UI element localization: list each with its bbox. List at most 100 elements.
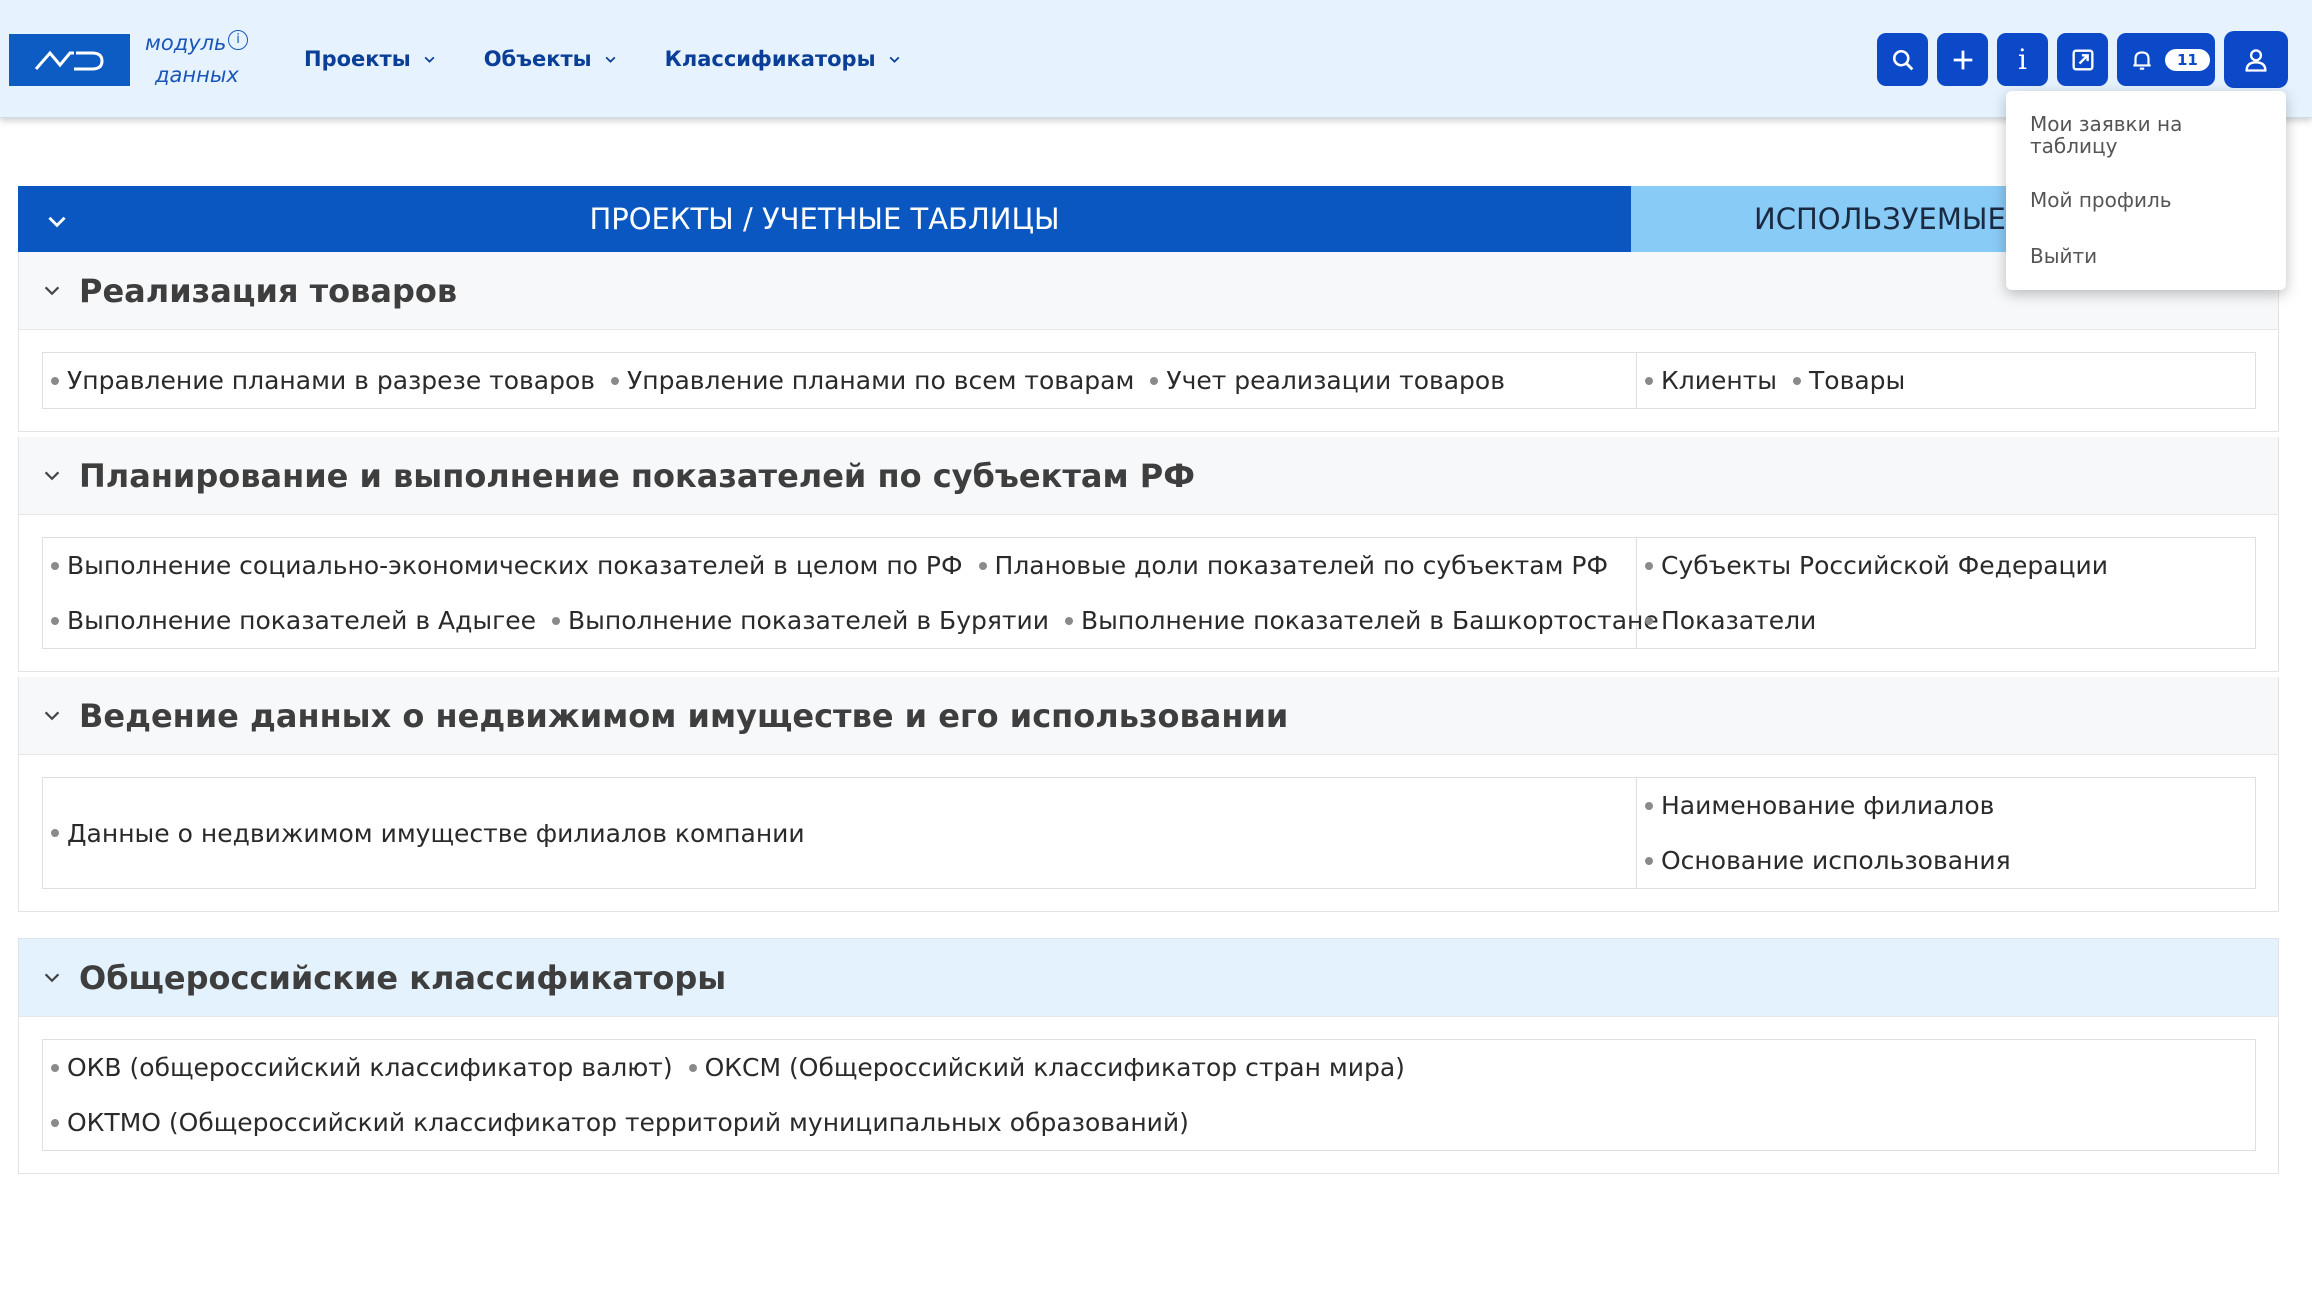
used-link[interactable]: Основание использования	[1645, 846, 2011, 875]
user-dropdown-menu: Мои заявки на таблицу Мой профиль Выйти	[2006, 91, 2286, 290]
logo-icon	[34, 50, 104, 71]
used-link-label: Основание использования	[1661, 846, 2011, 875]
group-header[interactable]: Планирование и выполнение показателей по…	[19, 437, 2278, 515]
used-link[interactable]: Субъекты Российской Федерации	[1645, 551, 2108, 580]
group-body: Управление планами в разрезе товаров Упр…	[19, 330, 2278, 431]
group-title: Планирование и выполнение показателей по…	[79, 456, 1195, 495]
table-link[interactable]: Управление планами в разрезе товаров	[51, 366, 595, 395]
search-button[interactable]	[1877, 33, 1928, 86]
classifiers-line: ОКВ (общероссийский классификатор валют)…	[51, 1040, 2247, 1095]
used-line: Субъекты Российской Федерации	[1645, 538, 2247, 593]
used-link[interactable]: Клиенты	[1645, 366, 1777, 395]
column-header-used-label: ИСПОЛЬЗУЕМЫЕ	[1754, 202, 2006, 236]
bullet-icon	[1645, 616, 1653, 625]
chevron-down-icon	[889, 56, 900, 63]
used-link-label: Товары	[1809, 366, 1906, 395]
table-link[interactable]: Плановые доли показателей по субъектам Р…	[978, 551, 1608, 580]
group-header[interactable]: Реализация товаров	[19, 252, 2278, 330]
group-header[interactable]: Ведение данных о недвижимом имуществе и …	[19, 677, 2278, 755]
group-body: ОКВ (общероссийский классификатор валют)…	[19, 1017, 2278, 1173]
used-line: Основание использования	[1645, 833, 2247, 888]
table-link-label: Выполнение показателей в Башкортостане	[1080, 606, 1659, 635]
info-circle-icon[interactable]: i	[228, 30, 248, 50]
chevron-down-icon[interactable]	[44, 208, 70, 234]
project-group: Планирование и выполнение показателей по…	[18, 437, 2279, 672]
bullet-icon	[978, 561, 987, 570]
classifier-link[interactable]: ОКСМ (Общероссийский классификатор стран…	[688, 1053, 1405, 1082]
tables-cell: Выполнение социально-экономических показ…	[43, 538, 1659, 648]
chevron-down-icon	[44, 711, 60, 720]
chevron-down-icon	[605, 56, 616, 63]
bullet-icon	[1793, 376, 1802, 385]
group-header[interactable]: Общероссийские классификаторы	[19, 939, 2278, 1017]
tables-line: Выполнение социально-экономических показ…	[51, 538, 1628, 593]
user-menu-button[interactable]	[2224, 31, 2288, 88]
brand-line-2: данных	[155, 63, 239, 87]
menu-item-my-profile[interactable]: Мой профиль	[2030, 189, 2172, 211]
project-group: Реализация товаров Управление планами в …	[18, 252, 2279, 432]
nav-classifiers[interactable]: Классификаторы	[665, 47, 901, 71]
used-link[interactable]: Товары	[1793, 366, 1905, 395]
main-nav: Проекты Объекты Классификаторы	[304, 0, 949, 118]
classifier-link-label: ОКТМО (Общероссийский классификатор терр…	[67, 1108, 1189, 1137]
user-icon	[2245, 48, 2267, 72]
table-link[interactable]: Выполнение социально-экономических показ…	[51, 551, 963, 580]
table-link[interactable]: Данные о недвижимом имуществе филиалов к…	[51, 819, 805, 848]
table-link-label: Выполнение социально-экономических показ…	[67, 551, 963, 580]
group-body: Выполнение социально-экономических показ…	[19, 515, 2278, 671]
bullet-icon	[1064, 616, 1073, 625]
used-line: Наименование филиалов	[1645, 778, 2247, 833]
bullet-icon	[1150, 376, 1159, 385]
used-cell: Клиенты Товары	[1637, 353, 2255, 408]
project-group: Ведение данных о недвижимом имуществе и …	[18, 677, 2279, 912]
add-button[interactable]	[1937, 33, 1988, 86]
open-external-button[interactable]	[2057, 33, 2108, 86]
notifications-button[interactable]: 11	[2117, 33, 2215, 86]
chevron-down-icon	[44, 471, 60, 480]
bullet-icon	[552, 616, 561, 625]
used-link-label: Клиенты	[1661, 366, 1778, 395]
bullet-icon	[51, 1063, 59, 1072]
nav-projects[interactable]: Проекты	[304, 47, 436, 71]
table-link-label: Управление планами в разрезе товаров	[67, 366, 595, 395]
menu-item-logout[interactable]: Выйти	[2030, 245, 2097, 267]
classifier-link[interactable]: ОКВ (общероссийский классификатор валют)	[51, 1053, 673, 1082]
table-link[interactable]: Выполнение показателей в Бурятии	[552, 606, 1049, 635]
table-link[interactable]: Выполнение показателей в Башкортостане	[1064, 606, 1659, 635]
classifiers-line: ОКТМО (Общероссийский классификатор терр…	[51, 1095, 2247, 1150]
chevron-down-icon	[424, 56, 435, 63]
used-link-label: Наименование филиалов	[1661, 791, 1995, 820]
tables-line: Данные о недвижимом имуществе филиалов к…	[51, 806, 1628, 861]
used-cell: Субъекты Российской Федерации Показатели	[1637, 538, 2255, 648]
used-cell: Наименование филиалов Основание использо…	[1637, 778, 2255, 888]
used-link[interactable]: Наименование филиалов	[1645, 791, 1994, 820]
table-link-label: Выполнение показателей в Адыгее	[67, 606, 537, 635]
classifier-link-label: ОКСМ (Общероссийский классификатор стран…	[704, 1053, 1405, 1082]
table-link[interactable]: Учет реализации товаров	[1150, 366, 1505, 395]
menu-item-my-requests[interactable]: Мои заявки на таблицу	[2030, 113, 2230, 157]
notification-count-badge: 11	[2165, 48, 2210, 71]
table-link-label: Плановые доли показателей по субъектам Р…	[994, 551, 1608, 580]
group-title: Общероссийские классификаторы	[79, 958, 727, 997]
table-link-label: Выполнение показателей в Бурятии	[568, 606, 1049, 635]
app-logo[interactable]	[9, 34, 130, 86]
table-link[interactable]: Выполнение показателей в Адыгее	[51, 606, 536, 635]
nav-objects[interactable]: Объекты	[484, 47, 617, 71]
bullet-icon	[688, 1063, 697, 1072]
table-row: Управление планами в разрезе товаров Упр…	[42, 352, 2256, 409]
column-header-projects: ПРОЕКТЫ / УЧЕТНЫЕ ТАБЛИЦЫ	[18, 186, 1631, 252]
info-button[interactable]: i	[1997, 33, 2048, 86]
table-link[interactable]: Управление планами по всем товарам	[611, 366, 1134, 395]
bullet-icon	[51, 376, 59, 385]
used-link[interactable]: Показатели	[1645, 606, 1816, 635]
table-link-label: Учет реализации товаров	[1166, 366, 1505, 395]
bullet-icon	[51, 561, 59, 570]
brand-title: модуль данных i	[145, 27, 255, 91]
used-line: Клиенты Товары	[1645, 353, 2247, 408]
bullet-icon	[1645, 801, 1653, 810]
classifiers-group: Общероссийские классификаторы ОКВ (общер…	[18, 938, 2279, 1174]
classifier-link[interactable]: ОКТМО (Общероссийский классификатор терр…	[51, 1108, 1189, 1137]
classifier-link-label: ОКВ (общероссийский классификатор валют)	[67, 1053, 673, 1082]
column-header-projects-label: ПРОЕКТЫ / УЧЕТНЫЕ ТАБЛИЦЫ	[589, 202, 1060, 236]
table-row: Данные о недвижимом имуществе филиалов к…	[42, 777, 2256, 889]
